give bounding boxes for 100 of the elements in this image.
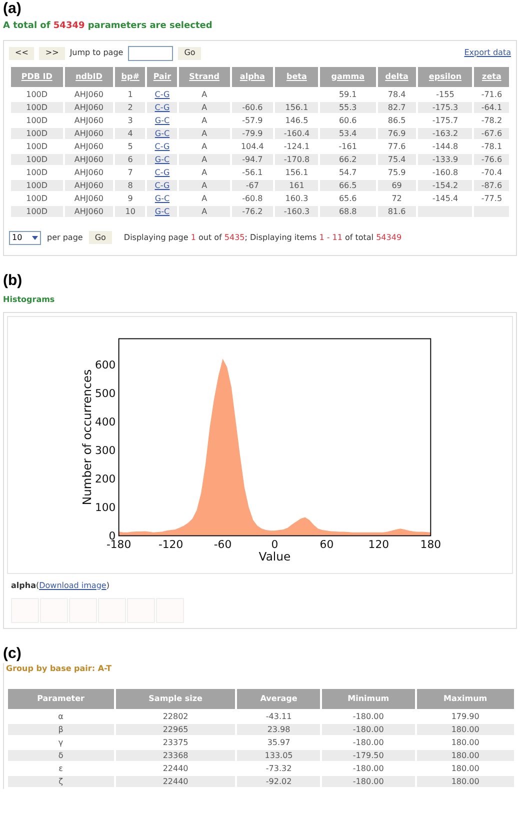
- table-cell-text: 76.9: [386, 128, 407, 138]
- y-tick-label: 300: [94, 443, 116, 456]
- go-button[interactable]: Go: [88, 231, 112, 244]
- table-cell-text: -180.00: [352, 724, 385, 734]
- pair-link[interactable]: C-G: [154, 168, 170, 176]
- panel-label: (b): [3, 272, 24, 290]
- table-cell-text: 100D: [25, 166, 49, 178]
- table-cell-text: 8: [126, 180, 134, 190]
- table-cell-text: -170.8: [282, 154, 311, 164]
- pair-link[interactable]: G-C: [154, 128, 170, 138]
- table-cell-text: 75.9: [386, 166, 407, 178]
- go-button[interactable]: Go: [178, 46, 202, 60]
- table-cell-text: 86.5: [386, 114, 407, 126]
- pair-link[interactable]: G-C: [154, 206, 170, 216]
- table-cell-text: 160.3: [284, 192, 310, 204]
- table-cell-text: -43.11: [264, 710, 293, 722]
- table-cell-text: 100D: [25, 180, 49, 190]
- table-cell-text: 23.98: [266, 724, 292, 734]
- x-tick-label: 180: [420, 538, 442, 551]
- table-cell-text: -87.6: [480, 180, 504, 190]
- table-cell-text: 53.4: [338, 128, 358, 138]
- table-cell-text: -67.6: [480, 128, 504, 138]
- per-page-label: per page: [47, 232, 83, 244]
- table-cell-text: 133.05: [264, 750, 294, 760]
- table-cell-text: -79.9: [241, 128, 264, 138]
- table-cell-text: AHJ060: [73, 102, 105, 112]
- table-cell-text: 156.1: [284, 166, 310, 178]
- table-cell-text: 1: [126, 88, 134, 100]
- y-tick-label: 400: [94, 414, 116, 428]
- table-cell-text: A: [200, 140, 208, 152]
- table-cell-text: 75.4: [386, 154, 407, 164]
- table-cell-text: 146.5: [284, 114, 310, 126]
- panel-label: (c): [3, 644, 22, 662]
- table-cell-text: -133.9: [431, 154, 460, 164]
- table-cell-text: -179.50: [352, 750, 385, 760]
- pair-link[interactable]: C-G: [154, 180, 170, 190]
- column-header: Sample size: [116, 688, 236, 708]
- next-page-button[interactable]: >>: [39, 46, 65, 60]
- table-cell-text: 72: [390, 192, 403, 204]
- column-header: Maximum: [416, 688, 514, 708]
- pair-link[interactable]: G-C: [154, 194, 170, 202]
- table-cell-text: AHJ060: [73, 140, 105, 152]
- table-cell-text: 180.00: [450, 736, 480, 748]
- export-link[interactable]: Export data: [464, 47, 511, 59]
- table-cell-text: 156.1: [284, 102, 310, 112]
- table-cell-text: 22440: [162, 776, 190, 786]
- table-cell-text: -161: [338, 140, 358, 152]
- download-link[interactable]: Download image: [39, 580, 106, 590]
- table-cell-text: AHJ060: [73, 88, 105, 100]
- per-page-select[interactable]: 10: [9, 230, 41, 244]
- table-cell-text: 35.97: [266, 736, 292, 748]
- previous-page-button[interactable]: <<: [9, 46, 34, 60]
- table-cell-text: 100D: [25, 114, 49, 126]
- jump-label: Jump to page: [70, 47, 124, 59]
- table-cell-text: -78.1: [480, 140, 504, 152]
- x-tick-label: 60: [320, 538, 334, 551]
- table-cell-text: -160.3: [282, 206, 311, 216]
- table-cell-text: 22440: [162, 762, 190, 774]
- pair-link[interactable]: G-C: [154, 154, 170, 164]
- y-tick-label: 600: [94, 358, 116, 371]
- pair-link[interactable]: C-G: [154, 102, 170, 112]
- table-cell-text: 5: [126, 140, 134, 152]
- page-input[interactable]: [128, 46, 174, 60]
- table-cell-text: AHJ060: [73, 192, 105, 204]
- table-cell-text: -57.9: [241, 114, 264, 126]
- pair-link[interactable]: C-G: [154, 142, 170, 150]
- table-cell-text: 161: [288, 180, 306, 190]
- table-cell-text: δ: [57, 750, 64, 760]
- table-cell-text: 3: [126, 114, 134, 126]
- table-cell-text: AHJ060: [73, 180, 105, 190]
- table-cell-text: 81.6: [386, 206, 407, 216]
- table-cell-text: AHJ060: [73, 166, 105, 178]
- table-cell-text: -175.7: [431, 114, 460, 126]
- x-tick-label: -60: [214, 538, 232, 551]
- section-title: Histograms: [3, 294, 56, 306]
- table-cell-text: 6: [126, 154, 134, 164]
- table-cell-text: -92.02: [264, 776, 293, 786]
- table-cell-text: 60.6: [338, 114, 358, 126]
- pair-link[interactable]: C-G: [154, 90, 170, 98]
- table-cell-text: -76.6: [480, 154, 504, 164]
- y-tick-label: 500: [94, 386, 116, 400]
- table-cell-text: 179.90: [450, 710, 480, 722]
- caret-icon: [32, 236, 38, 240]
- y-axis-title: Number of occurrences: [80, 368, 94, 505]
- panel-label: (a): [3, 0, 22, 18]
- table-cell-text: 69: [390, 180, 403, 190]
- table-cell-text: 59.1: [338, 88, 358, 100]
- table-cell-text: -160.8: [431, 166, 460, 178]
- table-cell-text: AHJ060: [73, 128, 105, 138]
- table-cell-text: 66.2: [338, 154, 358, 164]
- table-cell-text: A: [200, 166, 208, 178]
- table-cell-text: -145.4: [431, 192, 460, 204]
- pair-link[interactable]: G-C: [154, 116, 170, 124]
- column-header: Parameter: [8, 688, 114, 708]
- selection-summary: A total of 54349 parameters are selected: [3, 20, 214, 33]
- table-cell-text: -144.8: [431, 140, 460, 152]
- table-cell-text: A: [200, 102, 208, 112]
- table-cell-text: 9: [126, 192, 134, 204]
- x-axis-title: Value: [258, 549, 291, 564]
- table-cell-text: 10: [124, 206, 136, 216]
